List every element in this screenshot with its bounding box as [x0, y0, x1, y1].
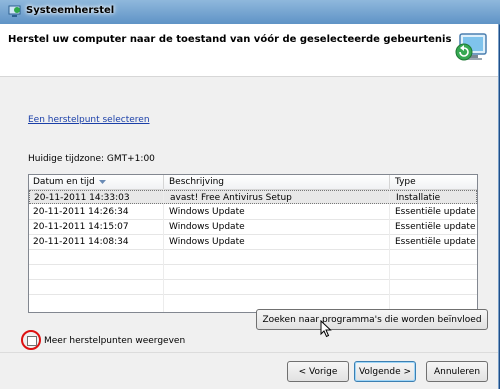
- row-date: 20-11-2011 14:33:03: [34, 193, 130, 203]
- show-more-points-checkbox[interactable]: [27, 336, 37, 346]
- row-date: 20-11-2011 14:26:34: [33, 207, 129, 217]
- row-type: Installatie: [396, 193, 441, 203]
- highlight-circle: [21, 330, 41, 350]
- table-row-empty: [29, 295, 477, 309]
- back-button[interactable]: < Vorige: [287, 361, 349, 382]
- table-row[interactable]: 20-11-2011 14:15:07 Windows Update Essen…: [29, 220, 477, 235]
- column-header-type[interactable]: Type: [395, 177, 416, 187]
- mouse-cursor-icon: [320, 320, 332, 338]
- divider: [0, 352, 498, 353]
- next-button[interactable]: Volgende >: [354, 361, 416, 382]
- table-row[interactable]: 20-11-2011 14:26:34 Windows Update Essen…: [29, 205, 477, 220]
- row-date: 20-11-2011 14:08:34: [33, 237, 129, 247]
- column-header-description[interactable]: Beschrijving: [169, 177, 224, 187]
- row-description: Windows Update: [169, 207, 245, 217]
- row-type: Essentiële update: [395, 207, 476, 217]
- timezone-label: Huidige tijdzone: GMT+1:00: [28, 154, 155, 164]
- system-restore-icon: [8, 5, 21, 17]
- column-gridline: [389, 189, 390, 312]
- column-gridline: [163, 189, 164, 312]
- table-row-empty: [29, 265, 477, 280]
- dialog-header: Herstel uw computer naar de toestand van…: [0, 24, 498, 77]
- row-description: Windows Update: [169, 237, 245, 247]
- row-type: Essentiële update: [395, 222, 476, 232]
- cancel-button[interactable]: Annuleren: [426, 361, 488, 382]
- row-description: Windows Update: [169, 222, 245, 232]
- table-row-empty: [29, 280, 477, 295]
- sort-down-icon: [99, 180, 106, 184]
- column-separator[interactable]: [389, 175, 390, 189]
- window-title: Systeemherstel: [26, 5, 115, 16]
- row-description: avast! Free Antivirus Setup: [170, 193, 292, 203]
- restore-points-table: Datum en tijd Beschrijving Type 20-11-20…: [28, 174, 478, 313]
- page-title: Herstel uw computer naar de toestand van…: [8, 34, 452, 45]
- scan-affected-programs-button[interactable]: Zoeken naar programma's die worden beïnv…: [256, 309, 488, 330]
- table-header: Datum en tijd Beschrijving Type: [29, 175, 477, 190]
- show-more-points-label[interactable]: Meer herstelpunten weergeven: [44, 336, 185, 346]
- dialog-window: Herstel uw computer naar de toestand van…: [0, 24, 499, 389]
- table-row[interactable]: 20-11-2011 14:08:34 Windows Update Essen…: [29, 235, 477, 250]
- select-restore-point-link[interactable]: Een herstelpunt selecteren: [28, 115, 150, 125]
- column-header-date[interactable]: Datum en tijd: [33, 177, 95, 187]
- column-separator[interactable]: [163, 175, 164, 189]
- row-type: Essentiële update: [395, 237, 476, 247]
- system-restore-icon: [455, 33, 487, 61]
- table-row[interactable]: 20-11-2011 14:33:03 avast! Free Antiviru…: [29, 190, 477, 204]
- row-date: 20-11-2011 14:15:07: [33, 222, 129, 232]
- table-row-empty: [29, 250, 477, 265]
- title-bar: Systeemherstel: [0, 0, 500, 25]
